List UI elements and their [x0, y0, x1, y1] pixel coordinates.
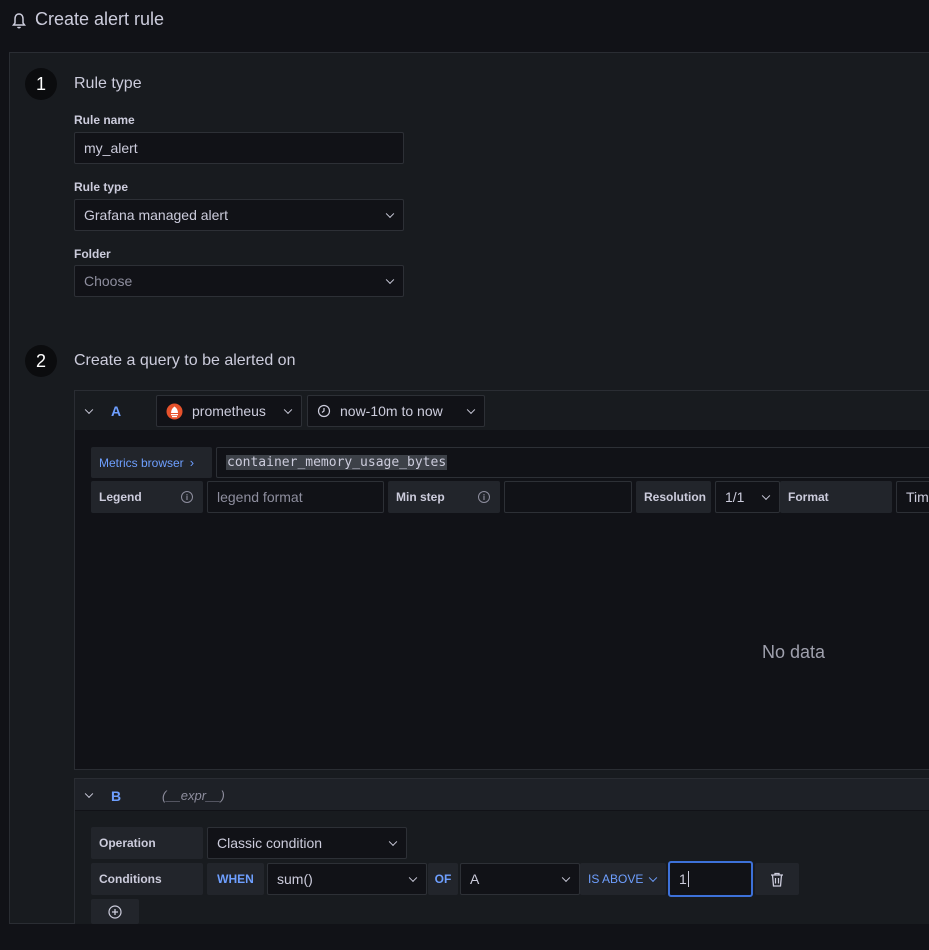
resolution-value: 1/1	[725, 489, 745, 505]
conditions-label-tag: Conditions	[91, 863, 203, 895]
chevron-down-icon	[761, 491, 771, 501]
evaluator-value: IS ABOVE	[588, 872, 644, 886]
reducer-select[interactable]: sum()	[267, 863, 427, 895]
bell-icon	[12, 13, 26, 29]
prometheus-icon	[166, 403, 183, 419]
folder-select[interactable]: Choose	[74, 265, 404, 297]
chevron-down-icon	[648, 873, 658, 883]
min-step-label: Min step	[396, 490, 445, 504]
chevron-down-icon	[385, 209, 395, 219]
operation-label: Operation	[99, 836, 156, 850]
rule-type-value: Grafana managed alert	[84, 207, 228, 223]
page-title: Create alert rule	[35, 9, 165, 29]
add-condition-button[interactable]	[91, 899, 139, 924]
step-number-1: 1	[25, 68, 57, 100]
query-ref-value: A	[470, 871, 480, 887]
info-icon[interactable]: i	[478, 491, 490, 503]
reducer-value: sum()	[277, 871, 313, 887]
rule-type-label: Rule type	[74, 180, 129, 194]
chevron-down-icon	[561, 873, 571, 883]
operation-value: Classic condition	[217, 835, 323, 851]
rule-type-select[interactable]: Grafana managed alert	[74, 199, 404, 231]
clock-icon	[317, 404, 331, 418]
time-range-picker[interactable]: now-10m to now	[307, 395, 485, 427]
folder-placeholder: Choose	[84, 273, 133, 289]
delete-condition-button[interactable]	[755, 863, 799, 895]
chevron-down-icon	[388, 837, 398, 847]
operation-select[interactable]: Classic condition	[207, 827, 407, 859]
threshold-input[interactable]: 1	[668, 861, 753, 897]
datasource-name: prometheus	[192, 403, 266, 419]
operation-label-tag: Operation	[91, 827, 203, 859]
datasource-picker[interactable]: prometheus	[156, 395, 302, 427]
conditions-label: Conditions	[99, 872, 162, 886]
legend-format-placeholder: legend format	[217, 489, 303, 505]
format-value: Tim	[906, 489, 929, 505]
legend-label-tag: Legend i	[91, 481, 203, 513]
rule-name-value: my_alert	[84, 140, 138, 156]
plus-circle-icon	[108, 904, 122, 919]
chevron-down-icon	[385, 275, 395, 285]
chevron-right-icon: ›	[189, 455, 195, 470]
query-b-ref[interactable]: B	[111, 788, 121, 804]
min-step-input[interactable]	[504, 481, 632, 513]
query-a-ref[interactable]: A	[111, 403, 121, 419]
legend-label: Legend	[99, 490, 142, 504]
rule-name-input[interactable]: my_alert	[74, 132, 404, 164]
when-keyword: WHEN	[207, 863, 264, 895]
section-title-rule-type: Rule type	[74, 75, 142, 92]
info-icon[interactable]: i	[181, 491, 193, 503]
time-range-value: now-10m to now	[340, 403, 443, 419]
section-title-query: Create a query to be alerted on	[74, 352, 296, 369]
chevron-down-icon	[283, 405, 293, 415]
no-data-message: No data	[762, 642, 826, 662]
format-select[interactable]: Tim	[896, 481, 929, 513]
min-step-label-tag: Min step i	[388, 481, 500, 513]
text-cursor	[687, 871, 689, 887]
step-number-2: 2	[25, 345, 57, 377]
threshold-value: 1	[679, 871, 687, 887]
resolution-label: Resolution	[644, 490, 706, 504]
of-keyword: OF	[428, 863, 458, 895]
promql-query-text: container_memory_usage_bytes	[226, 455, 448, 470]
evaluator-select[interactable]: IS ABOVE	[580, 863, 666, 895]
resolution-label-tag: Resolution	[636, 481, 711, 513]
metrics-browser-button[interactable]: Metrics browser ›	[91, 447, 212, 478]
query-b-expr-label: (__expr__)	[162, 788, 225, 803]
trash-icon	[771, 872, 783, 887]
chevron-down-icon	[408, 873, 418, 883]
rule-name-label: Rule name	[74, 113, 135, 127]
query-ref-select[interactable]: A	[460, 863, 580, 895]
legend-format-input[interactable]: legend format	[207, 481, 384, 513]
format-label: Format	[788, 490, 829, 504]
promql-query-editor[interactable]: container_memory_usage_bytes	[216, 447, 929, 478]
metrics-browser-label: Metrics browser	[99, 455, 184, 470]
resolution-select[interactable]: 1/1	[715, 481, 780, 513]
format-label-tag: Format	[780, 481, 892, 513]
folder-label: Folder	[74, 247, 111, 261]
chevron-down-icon	[466, 405, 476, 415]
page-header: Create alert rule	[0, 0, 929, 44]
